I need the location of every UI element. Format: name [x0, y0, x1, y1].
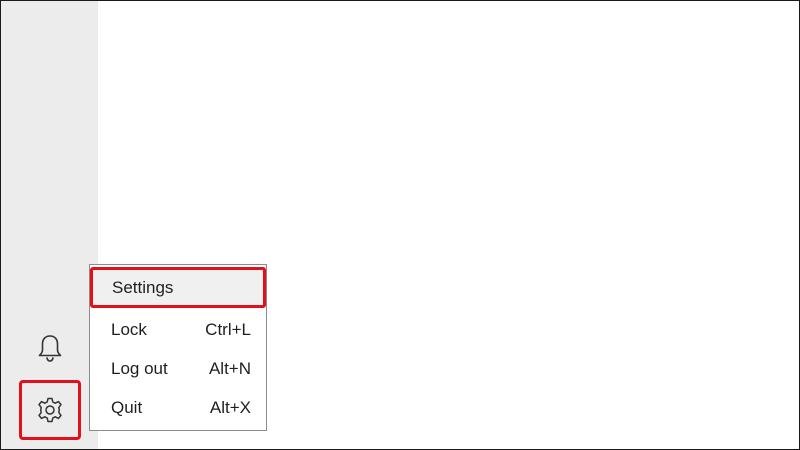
- notifications-button[interactable]: [21, 320, 79, 376]
- settings-context-menu: Settings Lock Ctrl+L Log out Alt+N Quit …: [89, 264, 267, 431]
- menu-item-label: Log out: [111, 358, 168, 378]
- settings-gear-button[interactable]: [19, 380, 81, 440]
- app-window: Settings Lock Ctrl+L Log out Alt+N Quit …: [0, 0, 800, 450]
- menu-item-shortcut: Alt+X: [209, 397, 251, 417]
- gear-icon: [36, 396, 64, 424]
- menu-item-quit[interactable]: Quit Alt+X: [90, 388, 266, 427]
- menu-item-shortcut: Ctrl+L: [205, 319, 251, 339]
- menu-item-lock[interactable]: Lock Ctrl+L: [90, 310, 266, 349]
- menu-item-label: Lock: [111, 319, 147, 339]
- menu-item-label: Quit: [111, 397, 143, 417]
- menu-item-shortcut: Alt+N: [208, 358, 251, 378]
- bell-icon: [36, 333, 64, 363]
- sidebar: [1, 1, 98, 449]
- menu-item-log-out[interactable]: Log out Alt+N: [90, 349, 266, 388]
- menu-item-settings[interactable]: Settings: [90, 267, 266, 308]
- menu-item-label: Settings: [112, 277, 174, 297]
